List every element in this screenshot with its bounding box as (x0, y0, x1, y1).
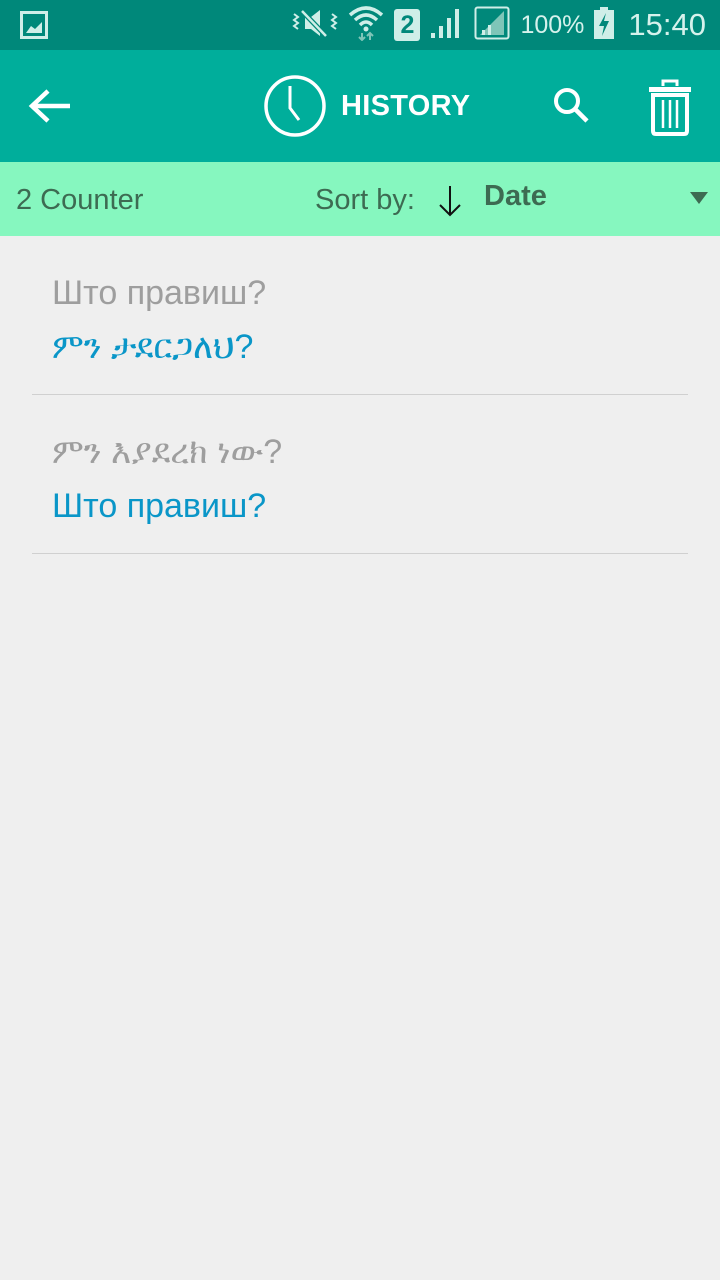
gallery-notification-icon (20, 11, 48, 44)
signal-icon (430, 7, 464, 44)
battery-percent: 100% (520, 10, 585, 39)
history-counter: 2 Counter (16, 184, 144, 216)
delete-history-button[interactable] (646, 78, 694, 136)
sort-label: Sort by: (315, 184, 415, 216)
search-button[interactable] (550, 84, 594, 128)
list-item[interactable]: ምን እያደረክ ነው? Што правиш? (32, 395, 688, 554)
app-toolbar: HISTORY (0, 50, 720, 162)
source-text: ምን እያደረክ ነው? (52, 433, 283, 471)
translation-text: Што правиш? (52, 487, 267, 525)
list-item[interactable]: Што правиш? ምን ታደርጋለህ? (32, 236, 688, 395)
signal-roaming-icon (474, 6, 510, 45)
sort-bar: 2 Counter Sort by: Date (0, 162, 720, 236)
source-text: Што правиш? (52, 274, 267, 312)
status-bar: 2 100% 15:40 (0, 0, 720, 50)
battery-charging-icon (594, 6, 615, 44)
translation-text: ምን ታደርጋለህ? (52, 328, 254, 366)
arrow-left-icon (28, 89, 70, 123)
wifi-icon (348, 5, 384, 46)
clock-time: 15:40 (628, 7, 706, 42)
vibrate-mute-icon (292, 8, 339, 43)
search-icon (554, 88, 589, 123)
sort-direction-button[interactable] (437, 184, 463, 218)
triangle-down-icon[interactable] (690, 192, 708, 204)
history-list: Што правиш? ምን ታደርጋለህ? ምን እያደረክ ነው? Што … (32, 236, 688, 554)
clock-icon (264, 75, 326, 137)
arrow-down-icon (439, 186, 461, 217)
trash-icon (649, 79, 691, 136)
sort-select[interactable]: Date (484, 180, 547, 213)
sim-2-icon: 2 (394, 9, 421, 41)
back-button[interactable] (26, 86, 76, 126)
page-title: HISTORY (341, 89, 471, 122)
